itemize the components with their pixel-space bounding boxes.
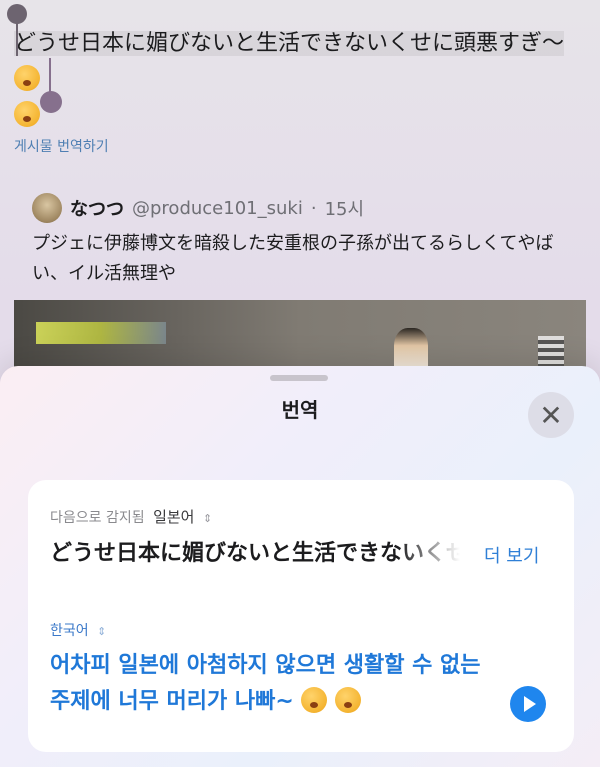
translation-sheet: 번역 ✕ 다음으로 감지됨 일본어 ⇕ どうせ日本に媚びないと生活できないくせに… [0,366,600,767]
target-language-selector[interactable]: 한국어 ⇕ [50,620,106,640]
quote-author-handle: @produce101_suki [132,197,303,219]
emoji-icon [335,687,362,713]
chevron-updown-icon: ⇕ [202,512,213,525]
selection-end-handle[interactable] [40,91,62,113]
translation-card: 다음으로 감지됨 일본어 ⇕ どうせ日本に媚びないと生活できないくせに頭悪すぎ～… [28,480,574,752]
avatar[interactable] [32,193,62,223]
sheet-title: 번역 [281,398,319,422]
target-language: 한국어 [50,623,89,639]
sheet-grabber[interactable] [270,375,328,381]
close-button[interactable]: ✕ [528,392,574,438]
emoji-icon [301,687,328,713]
source-language: 일본어 [153,508,195,526]
translated-text: 어차피 일본에 아첨하지 않으면 생활할 수 없는 주제에 너무 머리가 나빠~ [50,648,490,720]
detected-label: 다음으로 감지됨 [50,510,145,526]
selection-end-line [49,58,51,94]
quote-time: 15시 [324,199,365,220]
chevron-updown-icon: ⇕ [97,625,107,638]
selected-post-text[interactable]: どうせ日本に媚びないと生活できないくせに頭悪すぎ～ [14,26,594,134]
source-language-selector[interactable]: 다음으로 감지됨 일본어 ⇕ [50,506,212,527]
media-caption-graphic [36,322,166,344]
play-icon [523,696,536,712]
selection-start-line [16,20,18,56]
emoji-icon [14,65,40,91]
source-text: どうせ日本に媚びないと生活できないくせに頭悪すぎ～ [50,541,460,566]
post-text: どうせ日本に媚びないと生活できないくせに頭悪すぎ～ [14,31,565,56]
close-icon: ✕ [539,398,563,432]
emoji-icon [14,101,40,127]
translate-post-link[interactable]: 게시물 번역하기 [14,136,109,156]
translated-text-content: 어차피 일본에 아첨하지 않으면 생활할 수 없는 주제에 너무 머리가 나빠~ [50,653,481,714]
quote-header[interactable]: なつつ @produce101_suki · 15시 [32,192,364,224]
see-more-button[interactable]: 더 보기 [484,542,539,568]
quote-text[interactable]: プジェに伊藤博文を暗殺した安重根の子孫が出てるらしくてやばい、イル活無理や [32,229,572,289]
play-button[interactable] [510,686,546,722]
quote-author-name[interactable]: なつつ [70,195,124,221]
quote-dot: · [310,197,317,219]
